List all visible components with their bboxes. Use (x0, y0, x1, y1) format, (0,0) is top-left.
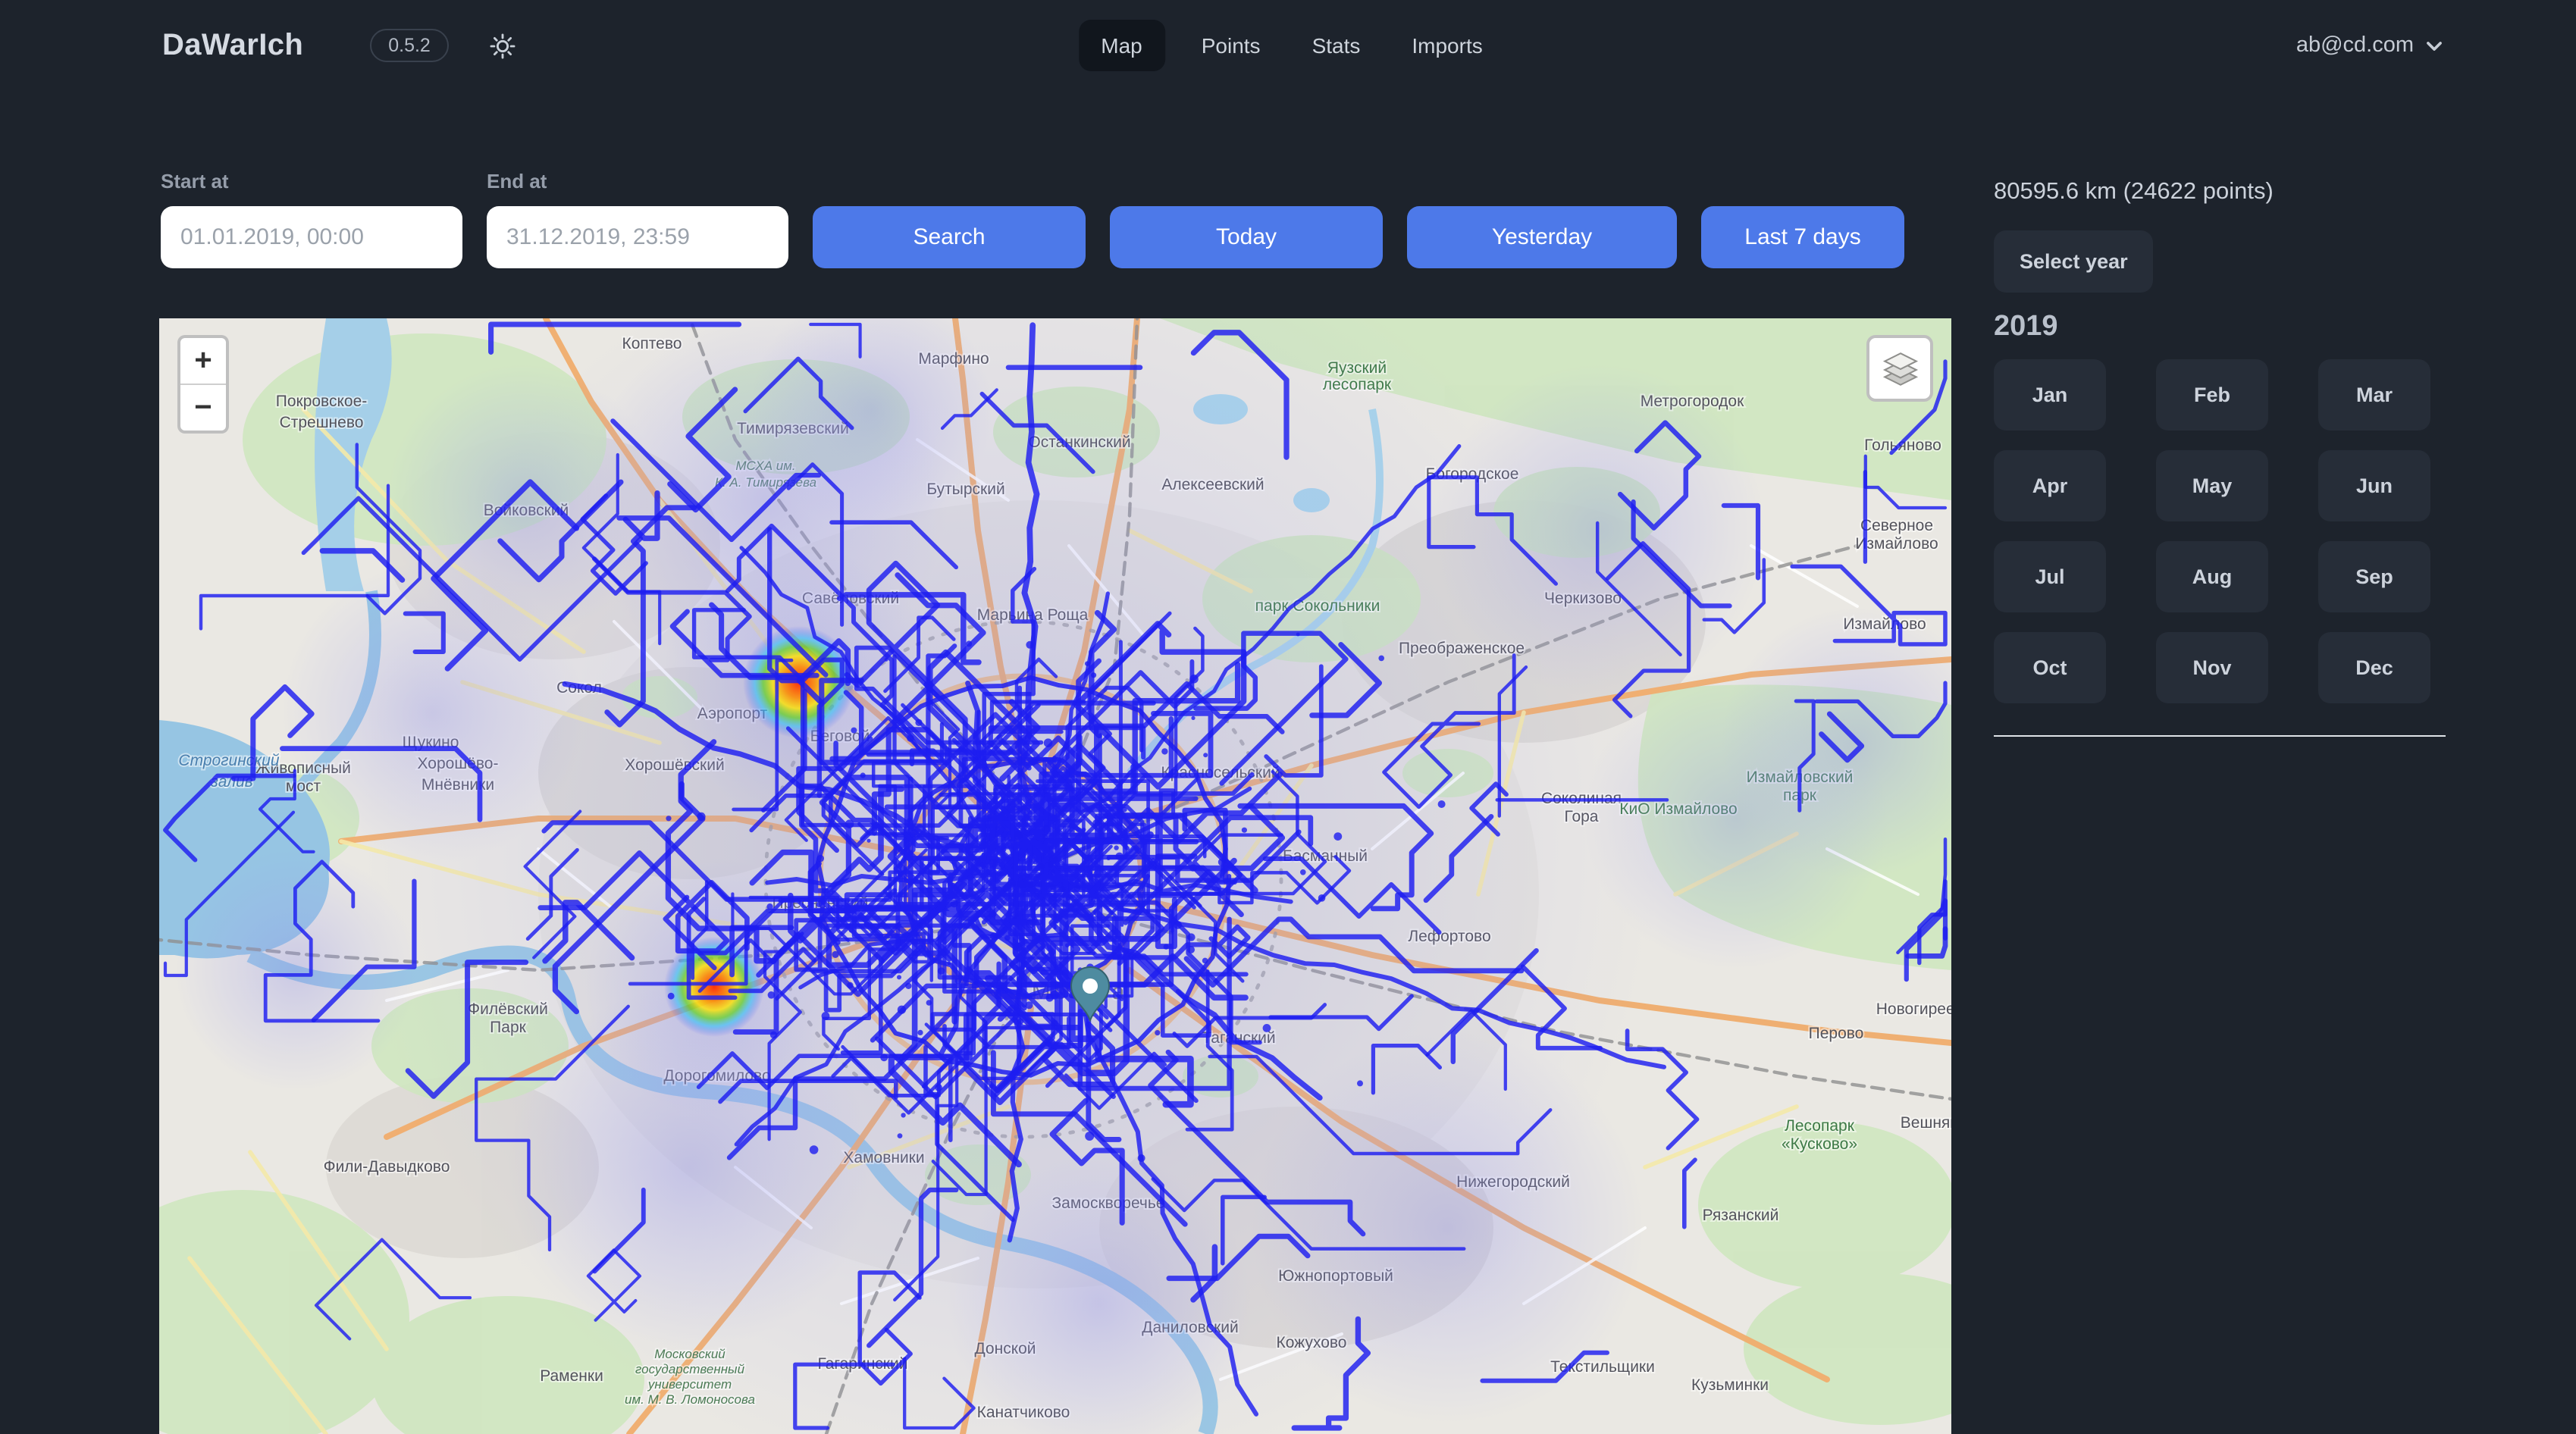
svg-text:Кузьминки: Кузьминки (1691, 1376, 1769, 1394)
svg-text:Северное: Северное (1860, 517, 1933, 534)
nav-points[interactable]: Points (1186, 20, 1276, 71)
year-heading: 2019 (1994, 311, 2446, 344)
stats-sidebar: 80595.6 km (24622 points) Select year 20… (1994, 179, 2446, 749)
sidebar-divider (1994, 735, 2446, 737)
svg-text:Лесопарк: Лесопарк (1785, 1117, 1855, 1135)
svg-text:Строгинский: Строгинский (178, 752, 279, 769)
svg-text:«Кусково»: «Кусково» (1782, 1135, 1857, 1153)
nav-imports[interactable]: Imports (1396, 20, 1497, 71)
svg-text:Новогиреево: Новогиреево (1876, 1000, 1951, 1018)
app-root: DaWarIch 0.5.2 Map Points Stats Imports … (0, 0, 2576, 1434)
filter-bar: Start at End at Search Today Yesterday L… (161, 170, 1904, 268)
svg-text:Измайлово: Измайлово (1855, 535, 1938, 553)
layers-icon (1879, 348, 1920, 389)
zoom-in-button[interactable]: + (180, 338, 226, 385)
start-at-label: Start at (161, 170, 462, 193)
map[interactable]: КоптевоПокровское-СтрешневоТимирязевский… (159, 318, 1951, 1434)
end-at-input[interactable] (487, 206, 788, 268)
distance-total: 80595.6 km (24622 points) (1994, 179, 2446, 206)
zoom-out-button[interactable]: − (180, 385, 226, 431)
month-button-nov[interactable]: Nov (2156, 632, 2268, 703)
month-button-aug[interactable]: Aug (2156, 541, 2268, 612)
end-at-label: End at (487, 170, 788, 193)
layers-control-button[interactable] (1866, 335, 1933, 402)
map-zoom-control: + − (177, 335, 229, 434)
chevron-down-icon (2424, 36, 2444, 55)
svg-text:Покровское-: Покровское- (276, 393, 368, 410)
theme-toggle[interactable] (488, 31, 517, 60)
month-button-oct[interactable]: Oct (1994, 632, 2106, 703)
user-email: ab@cd.com (2296, 33, 2414, 58)
svg-text:Фили-Давыдково: Фили-Давыдково (324, 1158, 450, 1176)
month-button-apr[interactable]: Apr (1994, 450, 2106, 521)
svg-text:Вешняки: Вешняки (1901, 1114, 1951, 1132)
app-header: DaWarIch 0.5.2 Map Points Stats Imports … (0, 0, 2576, 91)
select-year-button[interactable]: Select year (1994, 230, 2154, 293)
month-button-jul[interactable]: Jul (1994, 541, 2106, 612)
month-button-jan[interactable]: Jan (1994, 359, 2106, 431)
month-button-jun[interactable]: Jun (2318, 450, 2430, 521)
month-button-sep[interactable]: Sep (2318, 541, 2430, 612)
last-7-days-button[interactable]: Last 7 days (1701, 206, 1904, 268)
yesterday-button[interactable]: Yesterday (1407, 206, 1677, 268)
svg-text:Раменки: Раменки (540, 1367, 603, 1385)
months-grid: Jan Feb Mar Apr May Jun Jul Aug Sep Oct … (1994, 359, 2446, 703)
search-button[interactable]: Search (813, 206, 1086, 268)
svg-text:Стрешнево: Стрешнево (280, 414, 364, 431)
nav-map[interactable]: Map (1078, 20, 1164, 71)
svg-text:Рязанский: Рязанский (1703, 1207, 1779, 1224)
month-button-may[interactable]: May (2156, 450, 2268, 521)
start-at-input[interactable] (161, 206, 462, 268)
sun-icon (488, 31, 517, 60)
app-logo[interactable]: DaWarIch (162, 28, 303, 63)
main-nav: Map Points Stats Imports (1078, 0, 1498, 91)
today-button[interactable]: Today (1110, 206, 1383, 268)
svg-text:Перово: Перово (1809, 1025, 1864, 1042)
nav-stats[interactable]: Stats (1297, 20, 1376, 71)
month-button-dec[interactable]: Dec (2318, 632, 2430, 703)
month-button-feb[interactable]: Feb (2156, 359, 2268, 431)
version-badge: 0.5.2 (370, 29, 449, 62)
user-menu[interactable]: ab@cd.com (2296, 33, 2444, 58)
map-canvas[interactable]: КоптевоПокровское-СтрешневоТимирязевский… (159, 318, 1951, 1434)
month-button-mar[interactable]: Mar (2318, 359, 2430, 431)
